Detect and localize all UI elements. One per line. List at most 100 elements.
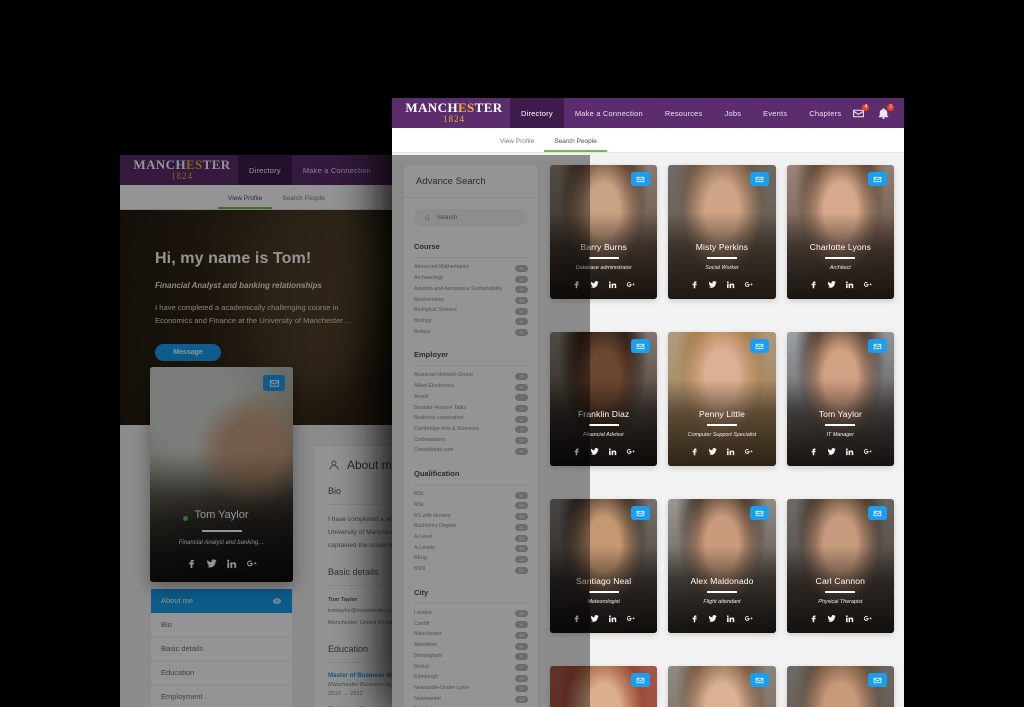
message-badge-button[interactable] <box>631 339 651 354</box>
facet-row[interactable]: Bachelors Degree 41 <box>414 522 528 533</box>
google-plus-icon[interactable] <box>863 447 872 456</box>
person-card[interactable]: Tom Yaylor IT Manager <box>786 332 894 467</box>
facet-row[interactable]: Newcastle-Under-Lyme 10 <box>414 684 528 695</box>
facet-row[interactable]: A-Levels 19 <box>414 543 528 554</box>
message-badge-button[interactable] <box>631 506 651 521</box>
person-card[interactable]: Misty Perkins Social Worker <box>668 165 776 299</box>
message-badge-button[interactable] <box>631 172 651 186</box>
facet-row[interactable]: Manchester 23 <box>414 630 528 641</box>
profile-menu-item-education[interactable]: Education <box>151 661 292 685</box>
message-badge-button[interactable] <box>263 375 285 391</box>
linkedin-icon[interactable] <box>608 280 617 289</box>
facebook-icon[interactable] <box>690 614 699 623</box>
facet-row[interactable]: Newmarket 13 <box>414 694 528 705</box>
linkedin-icon[interactable] <box>726 614 735 623</box>
twitter-icon[interactable] <box>590 447 599 456</box>
profile-menu-item-employment[interactable]: Employment <box>151 685 292 707</box>
notifications-icon[interactable]: 1 <box>877 103 895 120</box>
message-badge-button[interactable] <box>868 506 887 521</box>
facet-row[interactable]: A-Level 23 <box>414 533 528 544</box>
person-card[interactable]: Alex Maldonado Flight attendant <box>668 499 776 634</box>
linkedin-icon[interactable] <box>845 280 854 289</box>
facet-row[interactable]: Birmingham 6 <box>414 651 528 662</box>
twitter-icon[interactable] <box>590 280 599 289</box>
visibility-eye-icon[interactable] <box>272 596 282 606</box>
person-card[interactable]: Tom Yaylor Careers advisor <box>550 666 658 707</box>
facebook-icon[interactable] <box>186 558 197 569</box>
message-badge-button[interactable] <box>868 339 887 354</box>
facebook-icon[interactable] <box>809 447 818 456</box>
linkedin-icon[interactable] <box>726 280 735 289</box>
twitter-icon[interactable] <box>206 558 217 569</box>
profile-card[interactable]: Tom Yaylor Financial Analyst and banking… <box>150 367 293 582</box>
messages-icon[interactable]: 4 <box>852 103 870 120</box>
linkedin-icon[interactable] <box>608 614 617 623</box>
facet-row[interactable]: Cardiff 4 <box>414 619 528 630</box>
facet-row[interactable]: Ansell 7 <box>414 392 528 403</box>
person-card[interactable]: Penny Little Computer Support Specialist <box>668 332 776 467</box>
facet-row[interactable]: Cambridge Arts & Sciences 4 <box>414 425 528 436</box>
nav-item-directory[interactable]: Directory <box>510 98 564 128</box>
facebook-icon[interactable] <box>809 280 818 289</box>
facet-row[interactable]: Codemasters 12 <box>414 435 528 446</box>
facet-row[interactable]: Business corporation 2 <box>414 414 528 425</box>
google-plus-icon[interactable] <box>246 558 257 569</box>
twitter-icon[interactable] <box>590 614 599 623</box>
linkedin-icon[interactable] <box>726 447 735 456</box>
nav-item-jobs[interactable]: Jobs <box>714 98 753 128</box>
nav-item-chapters[interactable]: Chapters <box>798 98 852 128</box>
google-plus-icon[interactable] <box>863 614 872 623</box>
person-card[interactable]: Charlotte Lyons Architect <box>786 165 894 299</box>
facebook-icon[interactable] <box>809 614 818 623</box>
facebook-icon[interactable] <box>690 447 699 456</box>
profile-menu-item-bio[interactable]: Bio <box>151 613 292 637</box>
nav-item-resources[interactable]: Resources <box>654 98 714 128</box>
profile-menu-item-about-me[interactable]: About me <box>151 589 292 613</box>
twitter-icon[interactable] <box>708 614 718 623</box>
person-card[interactable]: Santiago Neal Meteorologist <box>550 499 658 634</box>
twitter-icon[interactable] <box>708 447 718 456</box>
message-button[interactable]: Message <box>155 343 221 361</box>
facet-row[interactable]: Aberdeen 11 <box>414 641 528 652</box>
twitter-icon[interactable] <box>708 280 718 289</box>
facet-row[interactable]: Consultants.com 9 <box>414 446 528 457</box>
google-plus-icon[interactable] <box>626 614 635 623</box>
google-plus-icon[interactable] <box>626 447 635 456</box>
nav-item-make-a-connection[interactable]: Make a Connection <box>292 155 382 185</box>
linkedin-icon[interactable] <box>845 614 854 623</box>
person-card[interactable]: Jessie Schwartz Legal secretary <box>668 666 776 707</box>
facet-row[interactable]: Broader Horizon Talks 3 <box>414 403 528 414</box>
nav-item-events[interactable]: Events <box>752 98 798 128</box>
facet-row[interactable]: Bristol 7 <box>414 662 528 673</box>
facet-row[interactable]: MSc 24 <box>414 501 528 512</box>
facet-row[interactable]: BSN 21 <box>414 565 528 576</box>
nav-item-make-a-connection[interactable]: Make a Connection <box>564 98 654 128</box>
facebook-icon[interactable] <box>690 280 699 289</box>
facet-row[interactable]: London 15 <box>414 609 528 620</box>
facebook-icon[interactable] <box>572 614 581 623</box>
brand-logo[interactable]: MANCHESTER 1824 <box>120 155 238 185</box>
message-badge-button[interactable] <box>868 673 887 688</box>
facet-row[interactable]: BEng 13 <box>414 554 528 565</box>
linkedin-icon[interactable] <box>226 558 237 569</box>
google-plus-icon[interactable] <box>744 614 754 623</box>
twitter-icon[interactable] <box>827 614 836 623</box>
google-plus-icon[interactable] <box>744 447 754 456</box>
twitter-icon[interactable] <box>827 447 836 456</box>
google-plus-icon[interactable] <box>626 280 635 289</box>
nav-item-directory[interactable]: Directory <box>238 155 292 185</box>
linkedin-icon[interactable] <box>608 447 617 456</box>
linkedin-icon[interactable] <box>845 447 854 456</box>
person-card[interactable]: Carl Cannon Physical Therapist <box>786 499 894 634</box>
message-badge-button[interactable] <box>868 172 887 186</box>
facet-row[interactable]: Edinburgh 12 <box>414 673 528 684</box>
facebook-icon[interactable] <box>572 447 581 456</box>
subnav-item-search-people[interactable]: Search People <box>544 138 607 152</box>
message-badge-button[interactable] <box>749 172 769 186</box>
google-plus-icon[interactable] <box>744 280 754 289</box>
message-badge-button[interactable] <box>631 673 651 688</box>
subnav-item-view-profile[interactable]: View Profile <box>218 195 273 209</box>
message-badge-button[interactable] <box>749 506 769 521</box>
message-badge-button[interactable] <box>749 673 769 688</box>
twitter-icon[interactable] <box>827 280 836 289</box>
